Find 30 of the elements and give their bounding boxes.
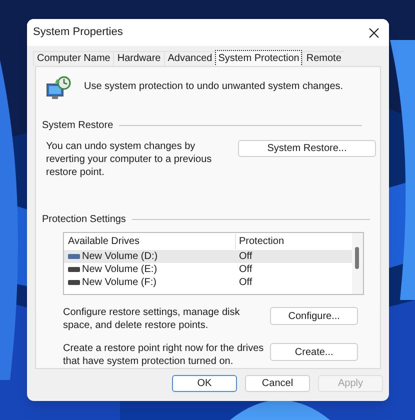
drive-row[interactable]: New Volume (E:) Off [64, 263, 352, 276]
section-heading: Protection Settings [42, 213, 126, 227]
action-button[interactable]: Configure... [270, 307, 358, 325]
drive-name: New Volume (E:) [82, 263, 158, 277]
restore-description: You can undo system changes by reverting your computer to a previous restore point. [46, 140, 213, 179]
protection-status: Off [238, 276, 252, 290]
drive-icon [68, 280, 80, 285]
column-header[interactable]: Available Drives [64, 234, 236, 249]
action-button[interactable]: Create... [270, 343, 358, 361]
drive-icon [68, 267, 80, 272]
drive-name: New Volume (F:) [82, 276, 156, 290]
tab[interactable]: System Protection [215, 50, 302, 67]
section-heading: System Restore [42, 119, 114, 133]
computer-shield-icon [46, 75, 72, 101]
dialog-button[interactable]: Cancel [245, 375, 310, 392]
scrollbar-thumb[interactable] [355, 247, 359, 269]
drive-name: New Volume (D:) [82, 250, 158, 264]
drive-row[interactable]: New Volume (D:) Off [64, 250, 352, 263]
drive-row[interactable]: New Volume (F:) Off [64, 276, 352, 289]
intro-text: Use system protection to undo unwanted system changes. [84, 80, 344, 94]
dialog-button[interactable]: OK [172, 375, 237, 392]
window-title: System Properties [33, 25, 123, 40]
drive-icon [68, 254, 80, 259]
protection-status: Off [238, 250, 252, 264]
action-description: Configure restore settings, manage disk space, and delete restore points. [63, 306, 241, 332]
action-description: Create a restore point right now for the drives that have system protection turned on. [63, 342, 265, 368]
column-header[interactable]: Protection [236, 234, 284, 249]
protection-status: Off [238, 263, 252, 277]
system-restore-button[interactable]: System Restore... [238, 140, 376, 157]
close-icon[interactable] [369, 28, 379, 38]
